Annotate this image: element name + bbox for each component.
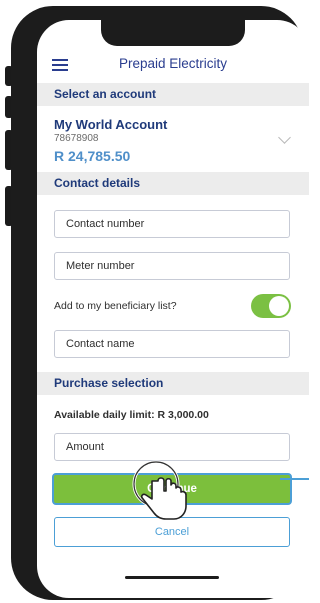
toggle-knob xyxy=(269,296,289,316)
section-label: Contact details xyxy=(54,176,141,190)
section-label: Purchase selection xyxy=(54,376,164,390)
section-contact-details: Contact details xyxy=(37,172,309,195)
account-number: 78678908 xyxy=(54,133,99,144)
daily-limit-text: Available daily limit: R 3,000.00 xyxy=(54,409,209,421)
home-indicator xyxy=(125,576,219,579)
tap-gesture-icon xyxy=(132,460,187,520)
phone-notch xyxy=(101,20,245,46)
app-header: Prepaid Electricity xyxy=(37,48,309,82)
contact-number-placeholder: Contact number xyxy=(66,218,145,230)
account-name: My World Account xyxy=(54,117,168,132)
amount-placeholder: Amount xyxy=(66,441,104,453)
contact-name-placeholder: Contact name xyxy=(66,338,135,350)
callout-line xyxy=(280,478,309,480)
beneficiary-label: Add to my beneficiary list? xyxy=(54,300,177,312)
beneficiary-toggle[interactable] xyxy=(251,294,291,318)
section-label: Select an account xyxy=(54,87,157,101)
chevron-down-icon[interactable] xyxy=(278,131,291,144)
meter-number-placeholder: Meter number xyxy=(66,260,135,272)
page-title: Prepaid Electricity xyxy=(118,56,228,71)
contact-name-field[interactable]: Contact name xyxy=(54,330,290,358)
contact-number-field[interactable]: Contact number xyxy=(54,210,290,238)
meter-number-field[interactable]: Meter number xyxy=(54,252,290,280)
section-select-account: Select an account xyxy=(37,83,309,106)
account-balance: R 24,785.50 xyxy=(54,148,131,164)
section-purchase-selection: Purchase selection xyxy=(37,372,309,395)
